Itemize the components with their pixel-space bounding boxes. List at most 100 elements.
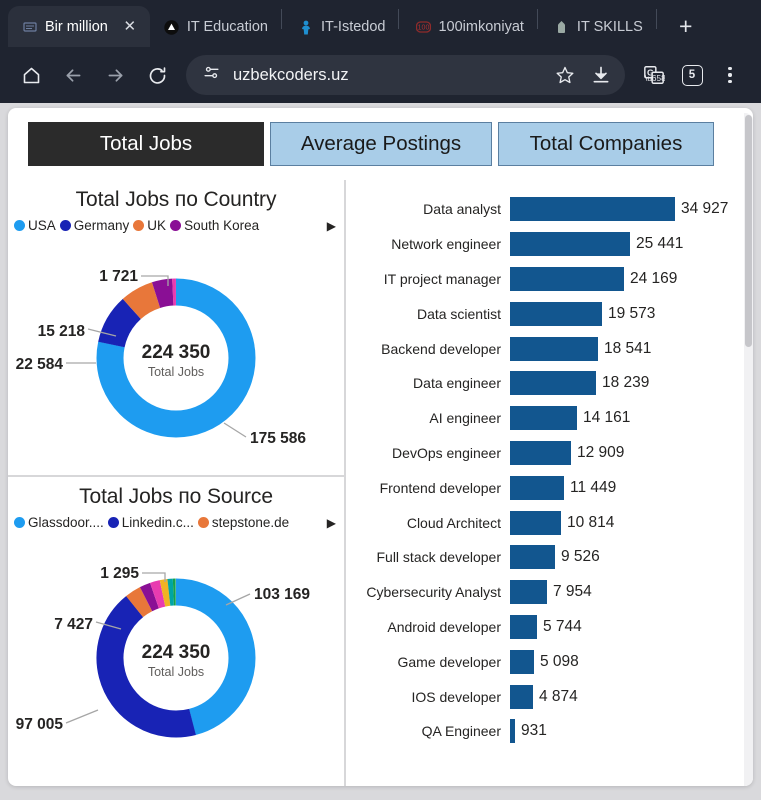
news-favicon bbox=[22, 19, 38, 35]
bar-rect[interactable] bbox=[510, 440, 571, 465]
bar-row[interactable]: Data scientist 19 573 bbox=[348, 296, 753, 331]
legend-item-glassdoor[interactable]: Glassdoor.... bbox=[14, 515, 104, 530]
chart-legend: Glassdoor.... Linkedin.c... stepstone.de… bbox=[8, 509, 344, 530]
bar-value-label: 34 927 bbox=[681, 200, 729, 218]
bar-rect[interactable] bbox=[510, 197, 675, 222]
tab-total-jobs[interactable]: Total Jobs bbox=[28, 122, 264, 166]
browser-tab-100imkoniyat[interactable]: 100 100imkoniyat bbox=[401, 7, 534, 47]
legend-item-uk[interactable]: UK bbox=[133, 218, 166, 233]
tab-total-companies[interactable]: Total Companies bbox=[498, 122, 714, 166]
forward-icon[interactable] bbox=[96, 56, 134, 94]
bar-row[interactable]: DevOps engineer 12 909 bbox=[348, 436, 753, 471]
donut-center-value: 224 350 bbox=[142, 342, 211, 363]
bar-row[interactable]: AI engineer 14 161 bbox=[348, 401, 753, 436]
legend-item-usa[interactable]: USA bbox=[14, 218, 56, 233]
bar-value-label: 25 441 bbox=[636, 235, 684, 253]
bar-row[interactable]: QA Engineer 931 bbox=[348, 714, 753, 749]
back-icon[interactable] bbox=[54, 56, 92, 94]
url-text[interactable]: uzbekcoders.uz bbox=[221, 66, 547, 85]
bar-value-label: 14 161 bbox=[583, 409, 631, 427]
menu-icon[interactable] bbox=[711, 56, 749, 94]
tab-title: IT-Istedod bbox=[321, 19, 386, 35]
bar-row[interactable]: IT project manager 24 169 bbox=[348, 262, 753, 297]
bar-category-label: IT project manager bbox=[383, 270, 501, 287]
legend-item-south-korea[interactable]: South Korea bbox=[170, 218, 259, 233]
bar-rect[interactable] bbox=[510, 475, 564, 500]
legend-item-stepstone[interactable]: stepstone.de bbox=[197, 515, 289, 530]
bar-rect[interactable] bbox=[510, 232, 630, 257]
bar-rect[interactable] bbox=[510, 371, 596, 396]
chart-jobs-by-title[interactable]: Data analyst 34 927 Network engineer 25 … bbox=[348, 180, 753, 786]
bar-row[interactable]: Frontend developer 11 449 bbox=[348, 470, 753, 505]
browser-tab-bir-million[interactable]: Bir million ✕ bbox=[8, 6, 150, 47]
triangle-favicon bbox=[164, 19, 180, 35]
bar-row[interactable]: Data engineer 18 239 bbox=[348, 366, 753, 401]
bar-row[interactable]: Network engineer 25 441 bbox=[348, 227, 753, 262]
chart-total-jobs-by-source[interactable]: Total Jobs по Source Glassdoor.... Linke… bbox=[8, 477, 344, 786]
donut-label-stepstone: 7 427 bbox=[54, 616, 93, 633]
bar-rect[interactable] bbox=[510, 510, 561, 535]
bar-rect[interactable] bbox=[510, 301, 602, 326]
bar-rect[interactable] bbox=[510, 336, 598, 361]
home-icon[interactable] bbox=[12, 56, 50, 94]
bar-row[interactable]: Game developer 5 098 bbox=[348, 644, 753, 679]
new-tab-button[interactable]: + bbox=[669, 9, 703, 43]
chart-total-jobs-by-country[interactable]: Total Jobs по Country USA Germany UK Sou… bbox=[8, 180, 344, 475]
bar-rect[interactable] bbox=[510, 649, 534, 674]
legend-swatch bbox=[59, 220, 71, 231]
translate-icon[interactable]: G\u6587 bbox=[635, 56, 673, 94]
bar-rect[interactable] bbox=[510, 684, 533, 709]
browser-tab-it-istedod[interactable]: IT-Istedod bbox=[284, 7, 396, 47]
bar-value-label: 5 744 bbox=[543, 617, 582, 635]
legend-next-icon[interactable]: ▶ bbox=[327, 219, 336, 233]
scrollbar-thumb[interactable] bbox=[745, 115, 752, 347]
bar-rect[interactable] bbox=[510, 266, 624, 291]
bar-rect[interactable] bbox=[510, 406, 577, 431]
bar-category-label: IOS developer bbox=[411, 688, 502, 705]
close-icon[interactable]: ✕ bbox=[121, 18, 139, 36]
bar-rect[interactable] bbox=[510, 614, 537, 639]
bar-category-label: Cloud Architect bbox=[406, 514, 501, 531]
legend-swatch bbox=[133, 220, 145, 231]
bar-category-label: Cybersecurity Analyst bbox=[366, 584, 501, 601]
donut-label-other: 1 295 bbox=[100, 565, 139, 582]
donut-label-uk: 15 218 bbox=[38, 323, 86, 340]
bar-rect[interactable] bbox=[510, 545, 555, 570]
bar-row[interactable]: Android developer 5 744 bbox=[348, 610, 753, 645]
chart-title: Total Jobs по Source bbox=[79, 485, 273, 508]
chart-legend: USA Germany UK South Korea ▶ bbox=[8, 212, 344, 233]
bar-value-label: 18 239 bbox=[602, 374, 650, 392]
legend-swatch bbox=[197, 517, 209, 528]
legend-label: South Korea bbox=[184, 218, 260, 233]
bar-value-label: 18 541 bbox=[604, 339, 652, 357]
download-icon[interactable] bbox=[583, 57, 619, 93]
site-info-icon[interactable] bbox=[202, 63, 221, 87]
legend-swatch bbox=[170, 220, 182, 231]
legend-item-germany[interactable]: Germany bbox=[59, 218, 129, 233]
bar-rect[interactable] bbox=[510, 580, 547, 605]
legend-item-linkedin[interactable]: Linkedin.c... bbox=[107, 515, 194, 530]
bar-row[interactable]: Data analyst 34 927 bbox=[348, 192, 753, 227]
legend-next-icon[interactable]: ▶ bbox=[327, 516, 336, 530]
kebab-dots bbox=[728, 66, 732, 84]
tab-average-postings[interactable]: Average Postings bbox=[270, 122, 492, 166]
bar-category-label: Backend developer bbox=[381, 340, 501, 357]
bar-row[interactable]: Full stack developer 9 526 bbox=[348, 540, 753, 575]
bar-category-label: QA Engineer bbox=[421, 723, 501, 740]
page-scrollbar[interactable] bbox=[744, 113, 753, 786]
tab-title: Bir million bbox=[45, 18, 108, 35]
bar-row[interactable]: Backend developer 18 541 bbox=[348, 331, 753, 366]
browser-tab-it-education[interactable]: IT Education bbox=[150, 7, 279, 47]
tab-count-button[interactable]: 5 bbox=[673, 56, 711, 94]
bar-row[interactable]: Cloud Architect 10 814 bbox=[348, 505, 753, 540]
bar-row[interactable]: IOS developer 4 874 bbox=[348, 679, 753, 714]
bar-value-label: 7 954 bbox=[553, 583, 592, 601]
browser-tab-it-skills[interactable]: IT SKILLS bbox=[540, 7, 654, 47]
legend-label: UK bbox=[147, 218, 167, 233]
address-bar[interactable]: uzbekcoders.uz bbox=[186, 55, 625, 95]
bar-value-label: 19 573 bbox=[608, 304, 656, 322]
bar-row[interactable]: Cybersecurity Analyst 7 954 bbox=[348, 575, 753, 610]
legend-label: Linkedin.c... bbox=[121, 515, 194, 530]
bookmark-star-icon[interactable] bbox=[547, 57, 583, 93]
reload-icon[interactable] bbox=[138, 56, 176, 94]
